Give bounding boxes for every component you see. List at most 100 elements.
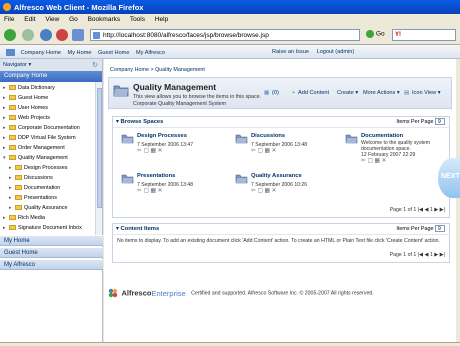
browse-spaces-header[interactable]: ▾ Browse Spaces Items Per Page 9 <box>113 117 449 128</box>
logout-link[interactable]: Logout (admin) <box>317 49 355 55</box>
sidebar-tree-item[interactable]: ▸ DDP Virtual File System <box>0 134 95 144</box>
space-name[interactable]: Presentations <box>137 173 175 179</box>
back-arrow-icon[interactable] <box>4 29 16 41</box>
sidebar-tab-guest-home[interactable]: Guest Home <box>0 247 103 258</box>
home-icon[interactable] <box>72 29 84 41</box>
expand-arrow-icon[interactable]: ▸ <box>3 125 8 131</box>
sidebar-tree-item[interactable]: ▸ Quality Assurance <box>0 204 95 214</box>
url-field[interactable]: http://localhost:8080/alfresco/faces/jsp… <box>90 29 360 41</box>
raise-issue-link[interactable]: Raise an Issue <box>272 49 309 55</box>
space-item[interactable]: Discussions 7 September 2006 13:48 ✂ ▢ ▦ ✕ <box>235 133 345 175</box>
sidebar-tree-item[interactable]: ▸ User Homes <box>0 104 95 114</box>
sidebar-tree-item[interactable]: ▸ Documentation <box>0 184 95 194</box>
sidebar-scrollbar[interactable] <box>95 82 102 236</box>
space-item[interactable]: Design Processes 7 September 2006 13:47 ✂ … <box>121 133 231 175</box>
expand-arrow-icon[interactable]: ▸ <box>3 225 8 231</box>
breadcrumb[interactable]: Company Home > Quality Management <box>110 67 205 73</box>
sidebar-tree-item[interactable]: ▾ Quality Management <box>0 154 95 164</box>
stop-icon[interactable] <box>56 29 68 41</box>
menu-tools[interactable]: Tools <box>130 16 145 23</box>
sidebar-tree-item[interactable]: ▸ Presentations <box>0 194 95 204</box>
space-icon[interactable] <box>345 133 358 144</box>
space-action-icons[interactable]: ✂ ▢ ▦ ✕ <box>361 158 387 164</box>
menu-bookmarks[interactable]: Bookmarks <box>88 16 121 23</box>
space-icon[interactable] <box>121 173 134 184</box>
expand-arrow-icon[interactable]: ▸ <box>9 165 14 171</box>
sidebar-tree-item[interactable]: ▸ Rich Media <box>0 214 95 224</box>
space-action-icons[interactable]: ✂ ▢ ▦ ✕ <box>137 188 163 194</box>
expand-arrow-icon[interactable]: ▸ <box>9 175 14 181</box>
expand-arrow-icon[interactable]: ▸ <box>3 105 8 111</box>
go-button[interactable]: Go <box>366 30 385 38</box>
yahoo-search-icon: Y! <box>395 32 401 38</box>
forward-arrow-icon[interactable] <box>22 29 34 41</box>
space-name[interactable]: Design Processes <box>137 133 187 139</box>
content-pager[interactable]: Page 1 of 1 |◀ ◀ 1 ▶ ▶| <box>390 252 445 258</box>
sidebar-section-company-home[interactable]: Company Home <box>0 71 102 82</box>
empty-message: No items to display. To add an existing … <box>117 238 440 244</box>
expand-arrow-icon[interactable]: ▸ <box>3 145 8 151</box>
header-link-guest-home[interactable]: Guest Home <box>98 50 129 56</box>
content-items-header[interactable]: ▾ Content Items Items Per Page 9 <box>113 224 449 235</box>
sidebar: Navigator ▾ ↻ Company Home ▸ Data Diction… <box>0 59 103 342</box>
header-link-my-home[interactable]: My Home <box>68 50 92 56</box>
space-icon[interactable] <box>121 133 134 144</box>
space-icon[interactable] <box>235 133 248 144</box>
search-field[interactable]: Y! <box>392 29 456 41</box>
sidebar-tree-item[interactable]: ▸ Data Dictionary <box>0 84 95 94</box>
footer-logo-alfresco: Alfresco <box>121 288 152 298</box>
space-action-icons[interactable]: ✂ ▢ ▦ ✕ <box>251 188 277 194</box>
folder-icon <box>9 135 16 141</box>
header-link-company-home[interactable]: Company Home <box>21 50 61 56</box>
expand-arrow-icon[interactable]: ▸ <box>3 115 8 121</box>
spaces-pager[interactable]: Page 1 of 1 |◀ ◀ 1 ▶ ▶| <box>390 207 445 213</box>
sidebar-tree-item[interactable]: ▸ Signature Document Inbox <box>0 224 95 234</box>
sidebar-tab-my-home[interactable]: My Home <box>0 235 103 246</box>
space-action-icons[interactable]: ✂ ▢ ▦ ✕ <box>137 148 163 154</box>
icon-view-menu[interactable]: Icon View ▾ <box>412 90 441 96</box>
sidebar-tree-item[interactable]: ▸ Discussions <box>0 174 95 184</box>
menu-go[interactable]: Go <box>69 16 78 23</box>
expand-arrow-icon[interactable]: ▾ <box>3 155 8 161</box>
tree-item-label: Data Dictionary <box>18 85 55 91</box>
more-actions-menu[interactable]: More Actions ▾ <box>363 90 400 96</box>
space-icon[interactable] <box>235 173 248 184</box>
header-link-my-alfresco[interactable]: My Alfresco <box>136 50 165 56</box>
sidebar-tree-item[interactable]: ▸ Corporate Documentation <box>0 124 95 134</box>
sidebar-tree-item[interactable]: ▸ Design Processes <box>0 164 95 174</box>
expand-arrow-icon[interactable]: ▸ <box>9 185 14 191</box>
expand-arrow-icon[interactable]: ▸ <box>3 135 8 141</box>
menu-help[interactable]: Help <box>155 16 168 23</box>
space-item[interactable]: Quality Assurance 7 September 2006 10:26 ✂… <box>235 173 345 215</box>
space-item[interactable]: Presentations 7 September 2006 13:48 ✂ ▢ ▦… <box>121 173 231 215</box>
folder-icon <box>15 185 22 191</box>
sidebar-tree-item[interactable]: ▸ Web Projects <box>0 114 95 124</box>
reload-icon[interactable] <box>40 29 52 41</box>
expand-arrow-icon[interactable]: ▸ <box>9 195 14 201</box>
folder-icon <box>9 225 16 231</box>
add-content-button[interactable]: Add Content <box>298 90 329 96</box>
menu-edit[interactable]: Edit <box>24 16 35 23</box>
folder-icon <box>15 205 22 211</box>
expand-arrow-icon[interactable]: ▸ <box>3 215 8 221</box>
clipboard-icon[interactable]: ▦ <box>264 90 269 96</box>
space-name[interactable]: Documentation <box>361 133 403 139</box>
sidebar-tree-item[interactable]: ▸ Guest Home <box>0 94 95 104</box>
create-menu[interactable]: Create ▾ <box>337 90 358 96</box>
expand-arrow-icon[interactable]: ▸ <box>3 95 8 101</box>
space-name[interactable]: Discussions <box>251 133 285 139</box>
items-per-page-input[interactable]: 9 <box>435 225 445 232</box>
expand-arrow-icon[interactable]: ▸ <box>9 205 14 211</box>
space-action-icons[interactable]: ✂ ▢ ▦ ✕ <box>251 148 277 154</box>
expand-arrow-icon[interactable]: ▸ <box>3 85 8 91</box>
sidebar-tab-my-alfresco[interactable]: My Alfresco <box>0 259 103 270</box>
space-name[interactable]: Quality Assurance <box>251 173 302 179</box>
items-per-page-input[interactable]: 9 <box>435 118 445 125</box>
scrollbar-thumb[interactable] <box>97 88 102 208</box>
navigator-dropdown[interactable]: Navigator ▾ ↻ <box>0 59 102 71</box>
sidebar-tree-item[interactable]: ▸ Order Management <box>0 144 95 154</box>
alfresco-flower-icon <box>108 288 118 298</box>
refresh-icon[interactable]: ↻ <box>92 61 98 69</box>
menu-view[interactable]: View <box>45 16 59 23</box>
menu-file[interactable]: File <box>4 16 14 23</box>
